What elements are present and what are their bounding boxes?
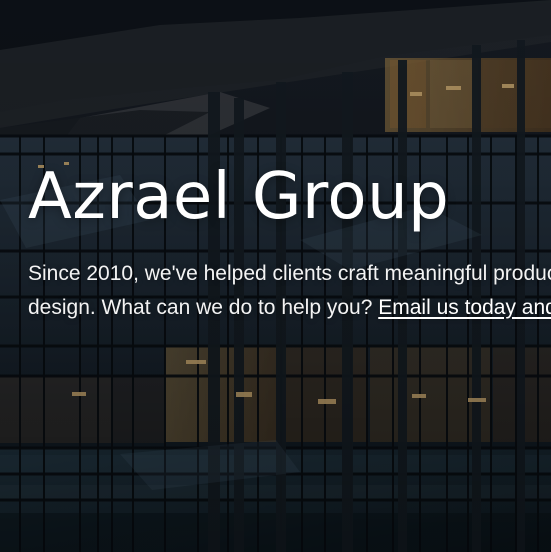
hero-section: Azrael Group Since 2010, we've helped cl… [0,0,551,552]
hero-description: Since 2010, we've helped clients craft m… [28,257,551,325]
hero-title: Azrael Group [28,160,450,234]
hero-description-line-1: Since 2010, we've helped clients craft m… [28,262,551,285]
email-link[interactable]: Email us today and let u [378,296,551,319]
hero-content: Azrael Group Since 2010, we've helped cl… [28,165,551,325]
hero-description-prefix: design. What can we do to help you? [28,296,373,319]
hero-description-line-2: design. What can we do to help you? Emai… [28,291,551,325]
